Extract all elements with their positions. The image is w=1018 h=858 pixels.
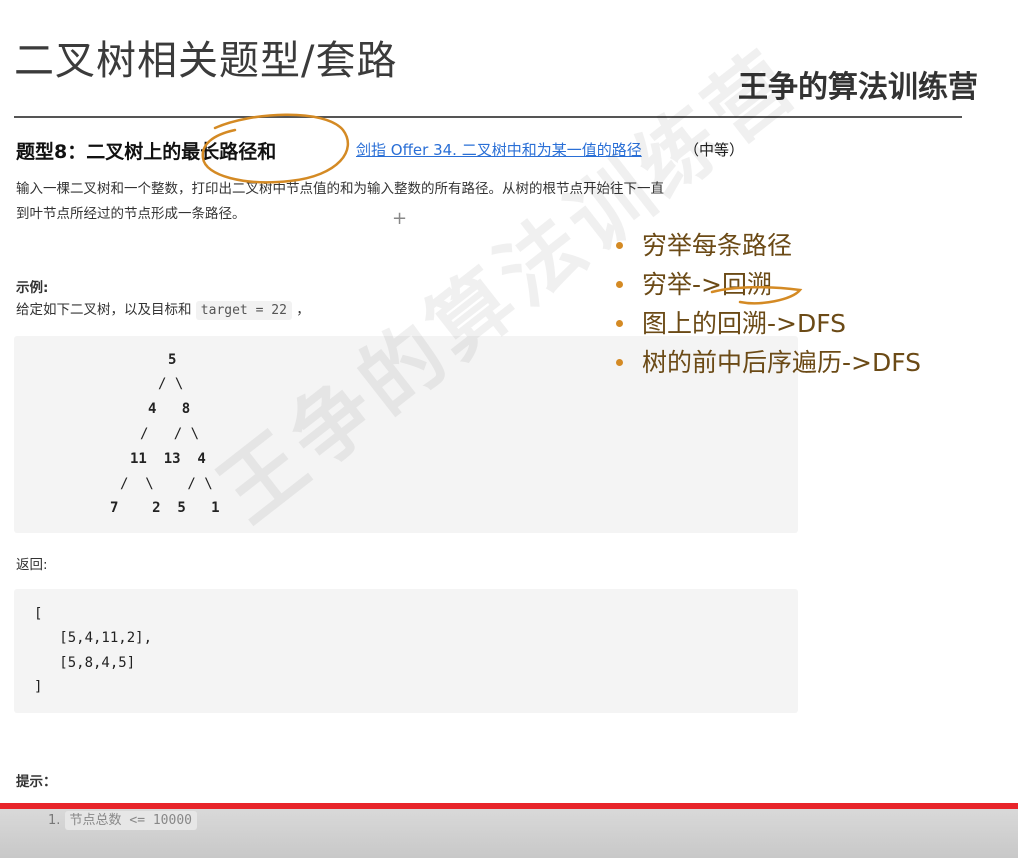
problem-title: 题型8：二叉树上的最长路径和 bbox=[16, 141, 277, 163]
hint-label: 提示： bbox=[16, 774, 57, 790]
cursor-crosshair-icon: + bbox=[392, 208, 408, 229]
example-given-text: 给定如下二叉树，以及目标和 bbox=[16, 302, 192, 318]
bullet-dot-icon bbox=[616, 359, 623, 366]
example-given: 给定如下二叉树，以及目标和 target = 22 ， bbox=[16, 298, 310, 320]
example-given-suffix: ， bbox=[296, 302, 310, 318]
hint-item-number: 1. bbox=[48, 813, 61, 828]
slide-title: 二叉树相关题型/套路 bbox=[14, 38, 398, 84]
annotation-bullets: 穷举每条路径 穷举->回溯 图上的回溯->DFS 树的前中后序遍历->DFS bbox=[612, 226, 921, 382]
bullet-text: 树的前中后序遍历->DFS bbox=[642, 348, 922, 377]
tree-line-4: / / \ bbox=[140, 426, 200, 442]
result-line-2: [5,4,11,2], bbox=[34, 630, 153, 646]
tree-line-7: 7 2 5 1 bbox=[110, 500, 220, 516]
hint-item: 1. 节点总数 <= 10000 bbox=[48, 809, 197, 830]
tree-line-1: 5 bbox=[168, 352, 177, 368]
result-line-3: [5,8,4,5] bbox=[34, 655, 136, 671]
bullet-dot-icon bbox=[616, 320, 623, 327]
hint-item-code: 节点总数 <= 10000 bbox=[64, 811, 197, 830]
bullet-text: 穷举->回溯 bbox=[642, 270, 772, 299]
title-divider bbox=[14, 116, 962, 118]
result-line-1: [ bbox=[34, 606, 43, 622]
target-code: target = 22 bbox=[195, 301, 292, 320]
result-line-4: ] bbox=[34, 679, 43, 695]
annotation-bullet: 图上的回溯->DFS bbox=[612, 304, 921, 343]
tree-line-3: 4 8 bbox=[148, 401, 191, 417]
bullet-text: 穷举每条路径 bbox=[642, 231, 793, 260]
example-label: 示例: bbox=[16, 280, 49, 296]
tree-line-6: / \ / \ bbox=[120, 476, 213, 492]
result-code-block bbox=[14, 589, 798, 713]
annotation-bullet: 穷举->回溯 bbox=[612, 265, 921, 304]
bullet-text: 图上的回溯->DFS bbox=[642, 309, 847, 338]
bullet-dot-icon bbox=[616, 281, 623, 288]
return-label: 返回: bbox=[16, 557, 48, 573]
tree-line-2: / \ bbox=[158, 376, 184, 392]
annotation-bullet: 树的前中后序遍历->DFS bbox=[612, 343, 921, 382]
